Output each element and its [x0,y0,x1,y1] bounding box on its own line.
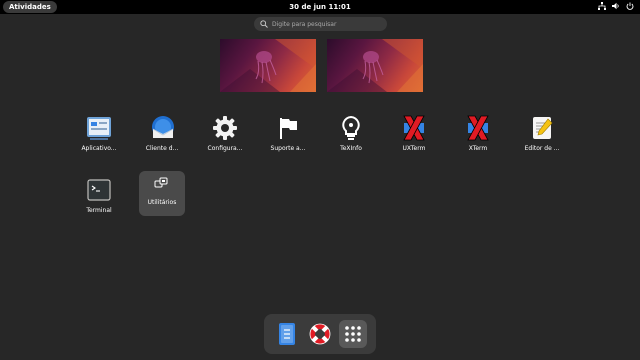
system-tray[interactable] [598,2,634,10]
terminal-icon [87,179,111,201]
app-label: XTerm [468,145,488,152]
clock-area: 30 de jun 11:01 [0,0,640,14]
folder-label: Utilitários [147,199,177,206]
app-label: UXTerm [402,145,426,152]
search-input[interactable] [272,20,382,28]
app-terminal[interactable]: Terminal [69,173,129,221]
app-text-editor[interactable]: Editor de ... [512,111,572,159]
app-label: Suporte a... [270,145,306,152]
app-grid-icon [345,326,361,342]
software-icon [87,117,111,140]
dock-files[interactable] [273,320,301,348]
app-uxterm[interactable]: UXTerm [384,111,444,159]
app-xterm[interactable]: XTerm [448,111,508,159]
activities-button[interactable]: Atividades [3,1,57,13]
mail-client-icon [152,116,174,138]
app-mail-client[interactable]: Cliente d... [132,111,192,159]
text-editor-icon [533,117,553,139]
jellyfish-wallpaper-icon [327,39,423,92]
dock-help[interactable] [306,320,334,348]
power-icon [626,2,634,10]
volume-icon [612,2,619,10]
search-icon [260,20,268,28]
workspace-thumbnail-1[interactable] [220,39,316,92]
search-bar[interactable] [254,17,387,31]
flag-icon [280,118,297,139]
app-label: Aplicativo... [81,145,117,152]
folder-grid-icon [154,177,168,188]
app-label: Cliente d... [145,145,179,152]
app-label: TeXInfo [340,145,362,152]
app-label: Editor de ... [524,145,560,152]
clock-button[interactable]: 30 de jun 11:01 [289,3,350,11]
lifebuoy-icon [309,323,331,345]
jellyfish-wallpaper-icon [220,39,316,92]
network-icon [598,2,606,10]
workspace-thumbnail-2[interactable] [327,39,423,92]
app-texinfo[interactable]: TeXInfo [321,111,381,159]
desktop-overview: Atividades 30 de jun 11:01 Digite para p… [0,0,640,360]
app-software[interactable]: Aplicativo... [69,111,129,159]
app-label: Terminal [86,207,112,214]
app-support[interactable]: Suporte a... [258,111,318,159]
app-label: Configura... [207,145,243,152]
app-settings[interactable]: Configura... [195,111,255,159]
x-logo-icon [403,115,425,141]
dock [264,314,376,354]
file-manager-icon [279,323,295,345]
lightbulb-icon [342,115,360,140]
dock-show-apps[interactable] [339,320,367,348]
folder-utilities[interactable]: Utilitários [139,171,185,216]
settings-gear-icon [213,116,237,140]
top-bar: Atividades 30 de jun 11:01 [0,0,640,14]
x-logo-icon [467,115,489,141]
